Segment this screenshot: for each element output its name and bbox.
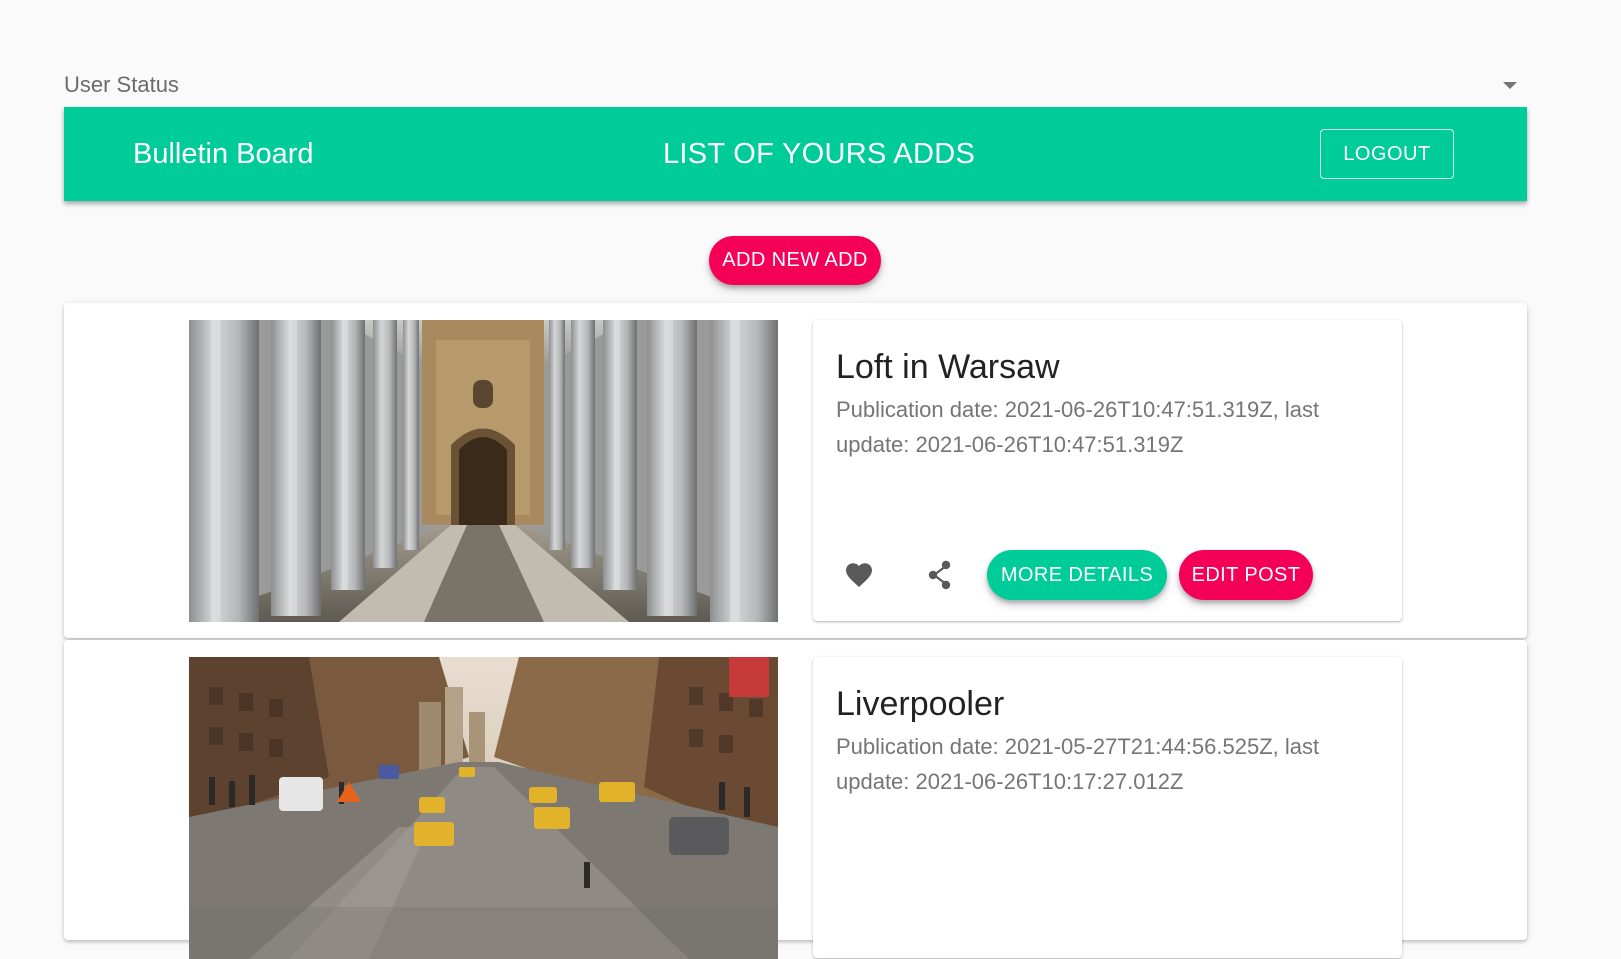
- share-icon[interactable]: [915, 550, 965, 600]
- more-details-button[interactable]: MORE DETAILS: [987, 550, 1167, 600]
- post-image-colonnade: [189, 320, 778, 622]
- post-actions: MORE DETAILS EDIT POST: [813, 550, 1402, 600]
- post-card: Liverpooler Publication date: 2021-05-27…: [64, 640, 1527, 959]
- logout-button[interactable]: LOGOUT: [1320, 129, 1454, 179]
- post-dates: Publication date: 2021-05-27T21:44:56.52…: [836, 734, 1320, 794]
- post-image-city-street: [189, 657, 778, 959]
- edit-post-button[interactable]: EDIT POST: [1179, 550, 1313, 600]
- post-title: Loft in Warsaw: [836, 348, 1060, 386]
- page-title: LIST OF YOURS ADDS: [663, 138, 976, 170]
- add-new-add-button[interactable]: ADD NEW ADD: [709, 236, 881, 285]
- caret-down-icon[interactable]: [1503, 82, 1517, 89]
- user-status-label: User Status: [64, 72, 179, 97]
- post-info-panel: Loft in Warsaw Publication date: 2021-06…: [813, 320, 1402, 621]
- user-status-select[interactable]: User Status: [64, 66, 1527, 106]
- post-info-panel: Liverpooler Publication date: 2021-05-27…: [813, 657, 1402, 958]
- brand-title: Bulletin Board: [133, 138, 314, 170]
- post-dates: Publication date: 2021-06-26T10:47:51.31…: [836, 397, 1320, 457]
- heart-icon[interactable]: [834, 550, 884, 600]
- app-bar: Bulletin Board LIST OF YOURS ADDS LOGOUT: [64, 107, 1527, 201]
- post-card: Loft in Warsaw Publication date: 2021-06…: [64, 303, 1527, 638]
- post-title: Liverpooler: [836, 685, 1005, 723]
